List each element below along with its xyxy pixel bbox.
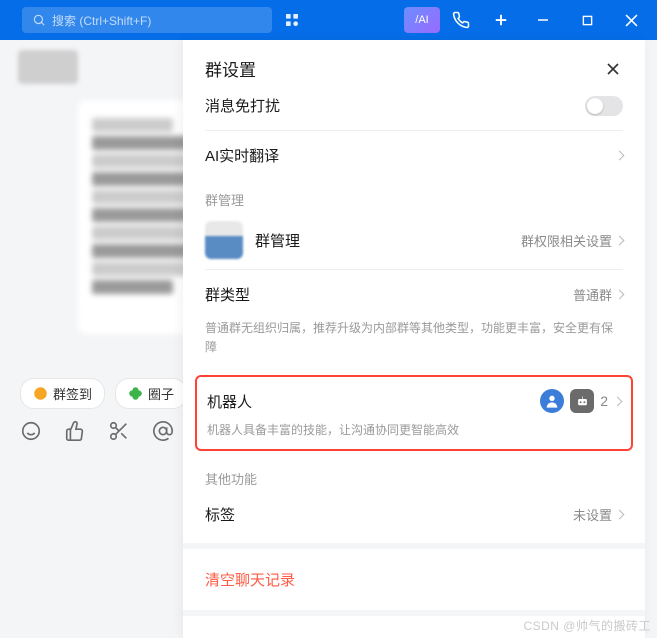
titlebar: 搜索 (Ctrl+Shift+F) /AI xyxy=(0,0,657,40)
mention-icon[interactable] xyxy=(152,420,174,442)
chevron-right-icon xyxy=(613,396,623,406)
close-icon[interactable] xyxy=(603,59,623,79)
chevron-right-icon xyxy=(615,235,625,245)
avatar xyxy=(18,50,78,84)
apps-icon[interactable] xyxy=(284,12,300,28)
emoji-icon[interactable] xyxy=(20,420,42,442)
add-button[interactable] xyxy=(482,4,520,36)
circle-button[interactable]: 圈子 xyxy=(115,378,187,409)
search-input[interactable]: 搜索 (Ctrl+Shift+F) xyxy=(22,7,272,33)
tag-row[interactable]: 标签 未设置 xyxy=(183,490,645,539)
group-type-row[interactable]: 群类型 普通群 xyxy=(183,270,645,319)
translate-row[interactable]: AI实时翻译 xyxy=(183,131,645,180)
group-settings-panel: 群设置 消息免打扰 AI实时翻译 群管理 群管理 群权限相关设置 群类型 普 xyxy=(183,40,645,638)
chevron-right-icon xyxy=(615,509,625,519)
minimize-button[interactable] xyxy=(521,0,565,40)
group-checkin-button[interactable]: 群签到 xyxy=(20,378,105,409)
bot-row-highlighted[interactable]: 机器人 2 机器人具备丰富的技能，让沟通协同更智能高效 xyxy=(195,375,633,450)
scissors-icon[interactable] xyxy=(108,420,130,442)
group-admin-row[interactable]: 群管理 群权限相关设置 xyxy=(183,211,645,269)
bot-robot-icon xyxy=(570,389,594,413)
section-admin-header: 群管理 xyxy=(183,180,645,211)
group-type-desc: 普通群无组织归属，推荐升级为内部群等其他类型，功能更丰富，安全更有保障 xyxy=(183,319,645,369)
chevron-right-icon xyxy=(615,290,625,300)
checkin-icon xyxy=(33,386,48,401)
clear-history-button[interactable]: 清空聊天记录 xyxy=(183,553,645,606)
chevron-right-icon xyxy=(615,151,625,161)
admin-avatar xyxy=(205,221,243,259)
mute-row[interactable]: 消息免打扰 xyxy=(183,91,645,130)
close-window-button[interactable] xyxy=(609,0,653,40)
panel-title: 群设置 xyxy=(205,56,256,81)
mute-toggle[interactable] xyxy=(585,96,623,116)
search-icon xyxy=(32,13,46,27)
maximize-button[interactable] xyxy=(565,0,609,40)
call-button[interactable] xyxy=(442,4,480,36)
circle-icon xyxy=(128,386,143,401)
thumbs-up-icon[interactable] xyxy=(64,420,86,442)
bot-avatar-icon xyxy=(540,389,564,413)
section-other-header: 其他功能 xyxy=(183,459,645,490)
bot-desc: 机器人具备丰富的技能，让沟通协同更智能高效 xyxy=(207,417,621,440)
ai-button[interactable]: /AI xyxy=(404,7,440,33)
search-placeholder: 搜索 (Ctrl+Shift+F) xyxy=(52,12,151,29)
watermark: CSDN @帅气的搬砖工 xyxy=(523,617,651,634)
